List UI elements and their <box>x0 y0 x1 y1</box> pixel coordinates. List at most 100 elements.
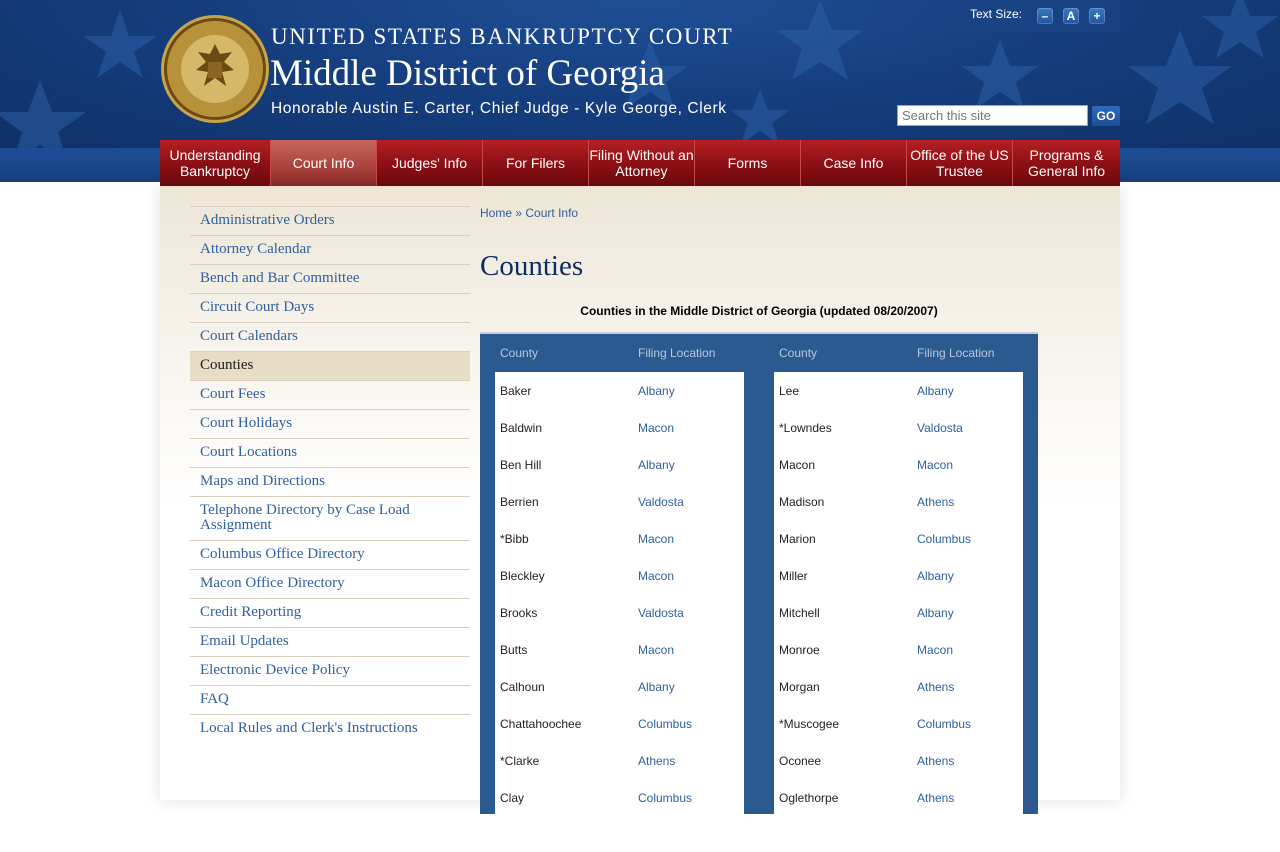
county-name: *Clarke <box>500 753 540 768</box>
filing-location-link[interactable]: Columbus <box>917 532 971 546</box>
table-row: Chattahoochee Columbus <box>495 705 744 742</box>
site-header: UNITED STATES BANKRUPTCY COURT Middle Di… <box>0 0 1280 148</box>
county-name: Bleckley <box>500 568 545 583</box>
court-seal-logo <box>161 15 269 123</box>
nav-case-info[interactable]: Case Info <box>801 140 907 186</box>
sidebar-item-macon-office-directory[interactable]: Macon Office Directory <box>190 569 470 598</box>
judge-clerk-line: Honorable Austin E. Carter, Chief Judge … <box>271 100 727 117</box>
county-name: Calhoun <box>500 679 545 694</box>
table-row: Baldwin Macon <box>495 409 744 446</box>
filing-location-link[interactable]: Macon <box>638 643 674 657</box>
sidebar-item-circuit-court-days[interactable]: Circuit Court Days <box>190 293 470 322</box>
table-row: Morgan Athens <box>774 668 1023 705</box>
sidebar-item-administrative-orders[interactable]: Administrative Orders <box>190 206 470 235</box>
nav-forms[interactable]: Forms <box>695 140 801 186</box>
nav-for-filers[interactable]: For Filers <box>483 140 589 186</box>
text-size-decrease-button[interactable]: – <box>1037 8 1053 24</box>
filing-location-link[interactable]: Valdosta <box>638 606 684 620</box>
filing-location-link[interactable]: Macon <box>638 532 674 546</box>
filing-location-header: Filing Location <box>917 346 995 360</box>
filing-location-link[interactable]: Athens <box>917 495 954 509</box>
table-row: Oconee Athens <box>774 742 1023 779</box>
sidebar-item-email-updates[interactable]: Email Updates <box>190 627 470 656</box>
filing-location-link[interactable]: Albany <box>638 384 675 398</box>
sidebar-item-court-locations[interactable]: Court Locations <box>190 438 470 467</box>
table-row: Ben Hill Albany <box>495 446 744 483</box>
table-row: *Muscogee Columbus <box>774 705 1023 742</box>
filing-location-link[interactable]: Albany <box>917 606 954 620</box>
filing-location-link[interactable]: Albany <box>917 384 954 398</box>
table-row: Macon Macon <box>774 446 1023 483</box>
filing-location-link[interactable]: Albany <box>638 458 675 472</box>
county-name: *Bibb <box>500 531 529 546</box>
nav-us-trustee[interactable]: Office of the US Trustee <box>907 140 1013 186</box>
filing-location-link[interactable]: Columbus <box>917 717 971 731</box>
filing-location-link[interactable]: Athens <box>638 754 675 768</box>
content-area: Administrative Orders Attorney Calendar … <box>160 186 1120 852</box>
filing-location-link[interactable]: Athens <box>917 754 954 768</box>
sidebar-item-maps-directions[interactable]: Maps and Directions <box>190 467 470 496</box>
filing-location-link[interactable]: Albany <box>917 569 954 583</box>
nav-court-info[interactable]: Court Info <box>271 140 377 186</box>
table-row: Calhoun Albany <box>495 668 744 705</box>
table-row: Monroe Macon <box>774 631 1023 668</box>
search-go-button[interactable]: GO <box>1092 106 1120 126</box>
breadcrumb-court-info-link[interactable]: Court Info <box>525 206 578 220</box>
text-size-reset-button[interactable]: A <box>1063 8 1079 24</box>
sidebar-item-electronic-device-policy[interactable]: Electronic Device Policy <box>190 656 470 685</box>
county-name: Butts <box>500 642 528 657</box>
county-name: Baldwin <box>500 420 543 435</box>
sidebar-item-local-rules[interactable]: Local Rules and Clerk's Instructions <box>190 714 470 743</box>
sidebar-item-bench-bar-committee[interactable]: Bench and Bar Committee <box>190 264 470 293</box>
sidebar-item-faq[interactable]: FAQ <box>190 685 470 714</box>
filing-location-link[interactable]: Macon <box>638 569 674 583</box>
search-input[interactable] <box>897 105 1088 126</box>
filing-location-link[interactable]: Macon <box>638 421 674 435</box>
filing-location-link[interactable]: Macon <box>917 643 953 657</box>
nav-programs-general-info[interactable]: Programs & General Info <box>1013 140 1120 186</box>
filing-location-link[interactable]: Valdosta <box>917 421 963 435</box>
sidebar-item-credit-reporting[interactable]: Credit Reporting <box>190 598 470 627</box>
county-name: Morgan <box>779 679 820 694</box>
county-name: Oglethorpe <box>779 790 839 805</box>
nav-judges-info[interactable]: Judges' Info <box>377 140 483 186</box>
filing-location-link[interactable]: Athens <box>917 791 954 805</box>
sidebar-item-telephone-directory[interactable]: Telephone Directory by Case Load Assignm… <box>190 496 470 540</box>
counties-column-left: County Filing Location Baker Albany Baldwi… <box>495 334 744 852</box>
filing-location-link[interactable]: Valdosta <box>638 495 684 509</box>
sidebar-item-court-fees[interactable]: Court Fees <box>190 380 470 409</box>
counties-right-body: Lee Albany *Lowndes Valdosta Macon Macon Madis… <box>774 372 1023 852</box>
sidebar-menu: Administrative Orders Attorney Calendar … <box>190 206 470 743</box>
county-name: Chattahoochee <box>500 716 582 731</box>
table-row: Baker Albany <box>495 372 744 409</box>
filing-location-link[interactable]: Columbus <box>638 791 692 805</box>
county-name: Berrien <box>500 494 539 509</box>
page-title: Counties <box>480 250 584 282</box>
nav-filing-without-attorney[interactable]: Filing Without an Attorney <box>589 140 695 186</box>
breadcrumb-home-link[interactable]: Home <box>480 206 512 220</box>
sidebar-item-court-holidays[interactable]: Court Holidays <box>190 409 470 438</box>
filing-location-link[interactable]: Albany <box>638 680 675 694</box>
nav-understanding-bankruptcy[interactable]: Understanding Bankruptcy <box>160 140 271 186</box>
text-size-label: Text Size: <box>970 7 1023 21</box>
county-name: Mitchell <box>779 605 820 620</box>
filing-location-link[interactable]: Columbus <box>638 717 692 731</box>
table-row: *Clarke Athens <box>495 742 744 779</box>
county-name: Ben Hill <box>500 457 542 472</box>
county-name: Baker <box>500 383 532 398</box>
text-size-increase-button[interactable]: + <box>1089 8 1105 24</box>
filing-location-header: Filing Location <box>638 346 716 360</box>
table-row: Lee Albany <box>774 372 1023 409</box>
counties-column-right: County Filing Location Lee Albany *Lowndes… <box>774 334 1023 852</box>
sidebar-item-counties[interactable]: Counties <box>190 351 470 380</box>
table-row: Mitchell Albany <box>774 594 1023 631</box>
table-header-row: County Filing Location <box>774 334 1023 372</box>
county-name: Clay <box>500 790 525 805</box>
filing-location-link[interactable]: Macon <box>917 458 953 472</box>
sidebar-item-court-calendars[interactable]: Court Calendars <box>190 322 470 351</box>
table-row: Bleckley Macon <box>495 557 744 594</box>
sidebar-item-attorney-calendar[interactable]: Attorney Calendar <box>190 235 470 264</box>
sidebar-item-columbus-office-directory[interactable]: Columbus Office Directory <box>190 540 470 569</box>
filing-location-link[interactable]: Athens <box>917 680 954 694</box>
county-name: Miller <box>779 568 808 583</box>
